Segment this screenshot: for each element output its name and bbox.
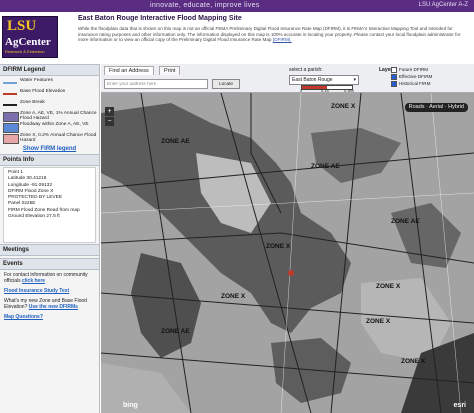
address-input[interactable]: Enter your address here (104, 79, 208, 89)
legend-swatch (3, 104, 17, 106)
layer-label: Historical FIRM (399, 81, 431, 87)
event-link[interactable]: Map Questions? (4, 314, 43, 320)
event-item: For contact information on community off… (4, 272, 95, 284)
zone-label: ZONE AE (311, 163, 340, 170)
meetings-header[interactable]: Meetings (0, 244, 99, 256)
point-marker[interactable] (288, 270, 294, 276)
legend-item: Floodway within Zone A, AE, VE (0, 122, 99, 133)
sidebar: DFIRM Legend Water Features Base Flood El… (0, 64, 100, 413)
parish-select[interactable]: East Baton Rouge ▾ (289, 75, 359, 85)
zoom-controls: + − (105, 107, 114, 127)
mode-roads[interactable]: Roads (409, 104, 425, 110)
legend-label: Zone A, AE, VE, 1% Annual Chance Flood H… (20, 111, 97, 121)
bing-logo: bing (123, 402, 138, 409)
legend-label: Floodway within Zone A, AE, VE (20, 122, 89, 127)
page-title: East Baton Rouge Interactive Flood Mappi… (78, 15, 242, 22)
zone-label: ZONE AE (391, 218, 420, 225)
logo-subtitle: Research & Extension (5, 49, 45, 54)
layer-label: Effective DFIRM (399, 74, 433, 80)
layer-label: Future DFIRM (399, 67, 429, 73)
zone-label: ZONE X (401, 358, 426, 365)
flood-map[interactable]: + − Roads · Aerial · Hybrid ZONE AE ZONE… (101, 93, 474, 413)
esri-logo: esri (453, 402, 466, 409)
event-link[interactable]: Use the new DFIRMs (29, 304, 78, 310)
legend-item: Water Features (0, 78, 99, 89)
legend-item: Zone Break (0, 100, 99, 111)
legend-label: Zone X, 0.2% Annual Chance Flood Hazard (20, 133, 97, 143)
az-link[interactable]: LSU AgCenter A-Z (419, 2, 468, 8)
points-info-line: Ground Elevation 27.5 ft (8, 214, 60, 220)
legend-item: Base Flood Elevation (0, 89, 99, 100)
legend-swatch (3, 134, 19, 144)
events-list: For contact information on community off… (0, 270, 99, 326)
disclaimer-text: While the floodplain data that is shown … (78, 26, 470, 43)
zone-label: ZONE X (266, 243, 291, 250)
event-item: Map Questions? (4, 314, 95, 320)
locate-button[interactable]: Locate (212, 79, 240, 89)
logo-lsu: LSU (7, 18, 37, 34)
map-panel: Find an Address Print Enter your address… (101, 64, 474, 413)
chevron-down-icon: ▾ (353, 77, 356, 83)
zoom-out-button[interactable]: − (105, 117, 114, 126)
legend-item: Zone A, AE, VE, 1% Annual Chance Flood H… (0, 111, 99, 122)
legend-header[interactable]: DFIRM Legend (0, 64, 99, 76)
tab-print[interactable]: Print (159, 66, 181, 75)
parish-selected-value: East Baton Rouge (292, 77, 333, 83)
events-header[interactable]: Events (0, 258, 99, 270)
zone-label: ZONE X (366, 318, 391, 325)
tab-find-address[interactable]: Find an Address (104, 66, 154, 75)
layer-checkbox[interactable] (391, 81, 397, 87)
legend-label: Water Features (20, 78, 53, 83)
legend-list: Water Features Base Flood Elevation Zone B… (0, 76, 99, 144)
layer-toggle[interactable]: Effective DFIRM (391, 74, 432, 80)
map-mode-switch: Roads · Aerial · Hybrid (404, 103, 468, 112)
logo-agcenter: AgCenter (5, 36, 51, 48)
zone-label: ZONE AE (161, 328, 190, 335)
event-item: What's my new Zone and Base Flood Elevat… (4, 298, 95, 310)
zone-label: ZONE X (221, 293, 246, 300)
zone-label: ZONE AE (161, 138, 190, 145)
event-link[interactable]: click here (22, 278, 45, 284)
legend-label: Zone Break (20, 100, 45, 105)
site-header: LSU AgCenter Research & Extension East B… (0, 12, 474, 59)
disclaimer-body: While the floodplain data that is shown … (78, 26, 461, 43)
layer-checkbox[interactable] (391, 74, 397, 80)
show-firm-legend-link[interactable]: Show FIRM legend (0, 144, 99, 154)
layer-toggle[interactable]: Historical FIRM (391, 81, 430, 87)
legend-label: Base Flood Elevation (20, 89, 66, 94)
map-toolbar: Find an Address Print Enter your address… (101, 64, 474, 93)
zone-label: ZONE X (376, 283, 401, 290)
zoom-in-button[interactable]: + (105, 107, 114, 116)
layer-checkbox[interactable] (391, 67, 397, 73)
mode-hybrid[interactable]: Hybrid (448, 104, 464, 110)
legend-swatch (3, 123, 19, 133)
map-canvas[interactable] (101, 93, 474, 413)
legend-swatch (3, 93, 17, 95)
legend-item: Zone X, 0.2% Annual Chance Flood Hazard (0, 133, 99, 144)
top-banner: innovate, educate, improve lives LSU AgC… (0, 0, 474, 12)
lsu-agcenter-logo[interactable]: LSU AgCenter Research & Extension (2, 16, 58, 58)
event-text: For contact information on community off… (4, 272, 88, 284)
dfirm-link[interactable]: (DFIRM). (273, 37, 292, 42)
event-link[interactable]: Flood Insurance Study Text (4, 288, 69, 294)
parish-label: select a parish: (289, 67, 323, 73)
zone-label: ZONE X (331, 103, 356, 110)
points-info-panel: Point 1 Latitude 30.41218 Longitude -91.09… (3, 167, 96, 243)
legend-swatch (3, 112, 19, 122)
layer-toggle[interactable]: Future DFIRM (391, 67, 428, 73)
points-info-header[interactable]: Points Info (0, 154, 99, 166)
event-item: Flood Insurance Study Text (4, 288, 95, 294)
legend-swatch (3, 82, 17, 84)
slogan: innovate, educate, improve lives (150, 2, 260, 9)
mode-aerial[interactable]: Aerial (429, 104, 443, 110)
